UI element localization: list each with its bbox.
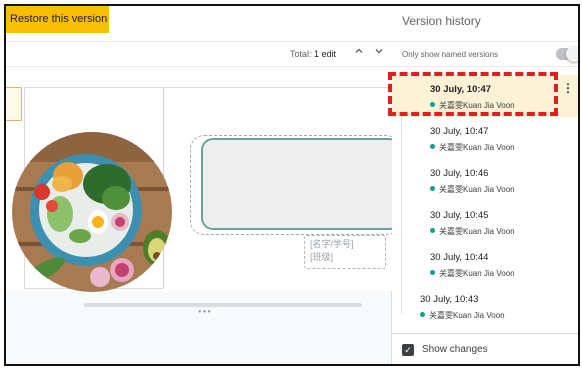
more-options-icon[interactable]: ⋮ [562,82,574,94]
author-name: 关嘉雯Kuan Jia Voon [439,269,515,278]
version-list: 30 July, 10:47 关嘉雯Kuan Jia Voon ⋮ 30 Jul… [388,69,578,331]
show-changes-checkbox[interactable]: ✓ [402,344,414,356]
show-changes-row: ✓ Show changes [392,333,578,364]
edits-navigation-bar: Total: 1 edit [6,41,392,67]
panel-title: Version history [402,14,481,28]
version-item[interactable]: 30 July, 10:46 关嘉雯Kuan Jia Voon [392,159,578,201]
chevron-up-icon[interactable] [352,46,366,62]
selected-shape-edge [6,87,22,121]
version-item[interactable]: 30 July, 10:44 关嘉雯Kuan Jia Voon [392,243,578,285]
named-versions-label: Only show named versions [402,50,499,59]
slide-canvas[interactable]: [名字/学号] [班级] [6,67,401,292]
named-versions-row: Only show named versions [392,41,578,67]
author-dot-icon [430,270,435,275]
version-date: 30 July, 10:47 [430,126,489,137]
placeholder-line-2: [班级] [310,252,334,262]
named-versions-toggle[interactable] [556,46,578,62]
author-name: 关嘉雯Kuan Jia Voon [429,311,505,320]
horizontal-scrollbar[interactable] [84,303,362,307]
author-name: 关嘉雯Kuan Jia Voon [439,185,515,194]
author-dot-icon [430,228,435,233]
total-edits-label: Total: 1 edit [290,49,336,59]
author-dot-icon [430,186,435,191]
text-placeholder[interactable]: [名字/学号] [班级] [304,235,386,269]
version-date: 30 July, 10:45 [430,210,489,221]
version-item[interactable]: 30 July, 10:45 关嘉雯Kuan Jia Voon [392,201,578,243]
placeholder-line-1: [名字/学号] [310,239,354,249]
total-edits-prefix: Total: [289,49,312,59]
show-changes-label: Show changes [422,344,488,355]
document-area: Restore this version Total: 1 edit [名字/学… [6,6,401,364]
highlighted-version-marker [388,72,558,116]
version-author: 关嘉雯Kuan Jia Voon [430,184,515,195]
version-history-panel: Version history Only show named versions… [388,6,578,364]
author-dot-icon [430,144,435,149]
version-author: 关嘉雯Kuan Jia Voon [430,142,515,153]
toggle-knob [566,46,578,62]
chevron-down-icon[interactable] [372,46,386,62]
version-item[interactable]: 30 July, 10:47 关嘉雯Kuan Jia Voon [392,117,578,159]
author-name: 关嘉雯Kuan Jia Voon [439,227,515,236]
version-date: 30 July, 10:44 [430,252,489,263]
version-author: 关嘉雯Kuan Jia Voon [420,310,505,321]
version-author: 关嘉雯Kuan Jia Voon [430,268,515,279]
total-edits-value: 1 edit [313,49,336,59]
top-bar: Restore this version [6,6,392,41]
version-date: 30 July, 10:46 [430,168,489,179]
rounded-rectangle-shape[interactable] [201,138,401,230]
food-bowl-image[interactable] [12,132,172,292]
window-frame: Restore this version Total: 1 edit [名字/学… [4,4,580,366]
resize-handle-icon[interactable]: ●●● [198,309,212,315]
restore-version-button[interactable]: Restore this version [6,6,109,33]
author-dot-icon [420,312,425,317]
version-author: 关嘉雯Kuan Jia Voon [430,226,515,237]
author-name: 关嘉雯Kuan Jia Voon [439,143,515,152]
version-item[interactable]: 30 July, 10:43 关嘉雯Kuan Jia Voon [392,285,578,327]
version-date: 30 July, 10:43 [420,294,479,305]
